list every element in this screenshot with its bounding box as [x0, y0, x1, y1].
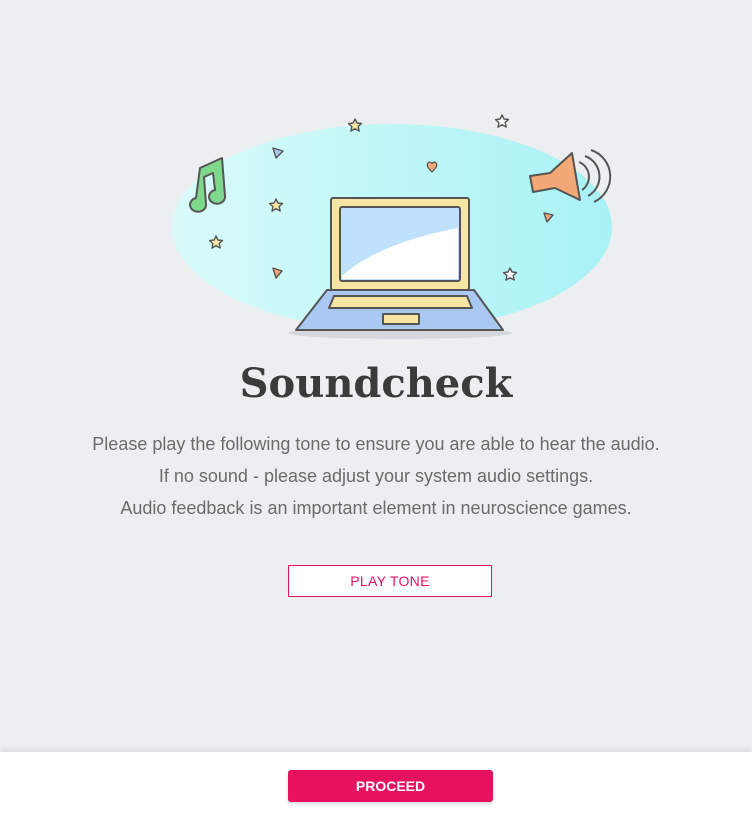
- proceed-button[interactable]: PROCEED: [288, 770, 493, 802]
- soundcheck-page: Soundcheck Please play the following ton…: [0, 0, 752, 813]
- instruction-line: Please play the following tone to ensure…: [92, 434, 660, 454]
- instructions-text: Please play the following tone to ensure…: [0, 428, 752, 524]
- footer-bar: PROCEED: [0, 752, 752, 813]
- instruction-line: If no sound - please adjust your system …: [158, 466, 594, 486]
- page-title: Soundcheck: [239, 360, 513, 407]
- instruction-line: Audio feedback is an important element i…: [120, 498, 632, 518]
- play-tone-button[interactable]: PLAY TONE: [288, 565, 492, 597]
- soundcheck-illustration: [172, 114, 612, 339]
